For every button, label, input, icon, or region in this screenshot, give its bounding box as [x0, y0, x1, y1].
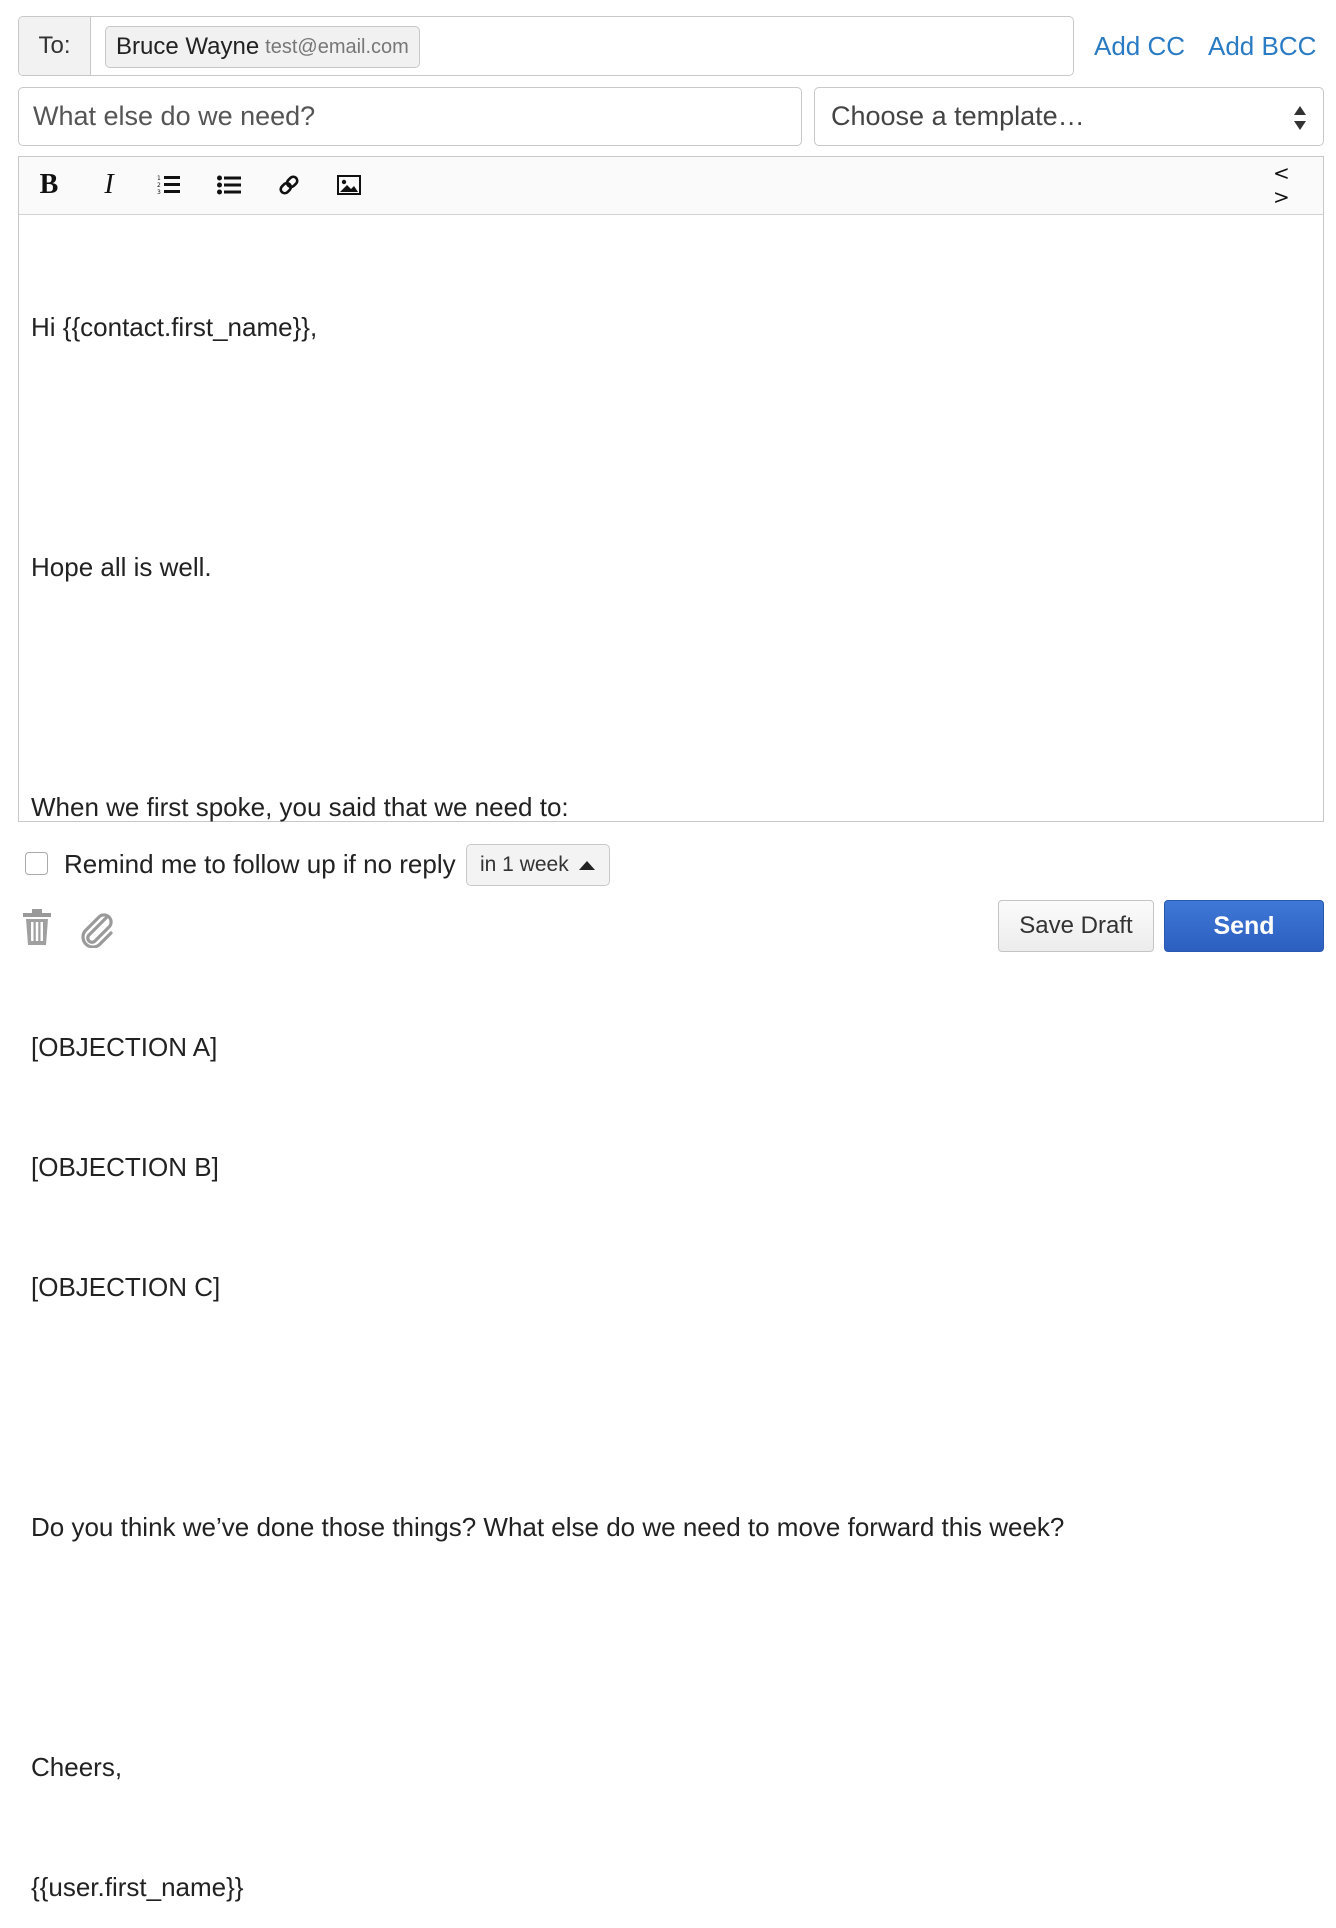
bullet-list-icon [217, 175, 241, 195]
trash-icon[interactable] [22, 908, 52, 946]
body-line-blank [31, 667, 1301, 707]
select-arrows-icon [1294, 106, 1306, 130]
template-select-value: Choose a template… [831, 101, 1085, 131]
bullet-list-button[interactable] [209, 165, 249, 205]
email-editor[interactable]: B I 1 2 3 < > Hi {{contact.first_name}},… [18, 156, 1324, 1902]
remind-interval-value: in 1 week [480, 853, 569, 876]
caret-up-icon [579, 861, 595, 870]
bold-button[interactable]: B [29, 165, 69, 205]
template-select[interactable]: Choose a template… [814, 87, 1324, 146]
italic-icon: I [104, 169, 114, 200]
link-icon [279, 175, 299, 195]
numbered-list-icon: 1 2 3 [157, 175, 180, 196]
remind-checkbox[interactable] [25, 852, 48, 875]
body-line: Cheers, [31, 1752, 123, 1782]
body-line-blank [31, 427, 1301, 467]
code-view-icon: < > [1273, 161, 1292, 209]
editor-toolbar: B I 1 2 3 < > [19, 157, 1323, 215]
email-body[interactable]: Hi {{contact.first_name}}, Hope all is w… [31, 227, 1301, 1928]
bold-icon: B [39, 169, 59, 200]
body-line-blank [31, 1387, 1301, 1427]
body-line: [OBJECTION C] [31, 1272, 221, 1302]
to-label: To: [19, 17, 91, 75]
link-button[interactable] [269, 165, 309, 205]
svg-text:3: 3 [157, 189, 161, 196]
add-cc-link[interactable]: Add CC [1094, 28, 1185, 64]
subject-input[interactable] [18, 87, 802, 146]
body-line: Do you think we’ve done those things? Wh… [31, 1512, 1065, 1542]
recipient-email: test@email.com [265, 35, 409, 58]
body-line: Hi {{contact.first_name}}, [31, 312, 318, 342]
body-line: [OBJECTION B] [31, 1152, 219, 1182]
body-line: {{user.first_name}} [31, 1872, 244, 1902]
italic-button[interactable]: I [89, 165, 129, 205]
to-field[interactable]: To: Bruce Wayne test@email.com [18, 16, 1074, 76]
recipient-name: Bruce Wayne [116, 33, 260, 60]
send-button[interactable]: Send [1164, 900, 1324, 952]
image-icon [337, 175, 361, 195]
add-bcc-link[interactable]: Add BCC [1208, 28, 1316, 64]
numbered-list-button[interactable]: 1 2 3 [149, 165, 189, 205]
recipient-chip[interactable]: Bruce Wayne test@email.com [105, 26, 420, 68]
body-line-blank [31, 1627, 1301, 1667]
body-line: Hope all is well. [31, 552, 212, 582]
remind-label: Remind me to follow up if no reply [64, 849, 456, 879]
svg-text:1: 1 [157, 175, 161, 182]
svg-text:2: 2 [157, 182, 161, 189]
body-line: When we first spoke, you said that we ne… [31, 792, 569, 822]
remind-interval-dropdown[interactable]: in 1 week [466, 844, 610, 886]
save-draft-button[interactable]: Save Draft [998, 900, 1154, 952]
body-line: [OBJECTION A] [31, 1032, 218, 1062]
paperclip-icon[interactable] [76, 910, 116, 948]
code-view-button[interactable]: < > [1273, 161, 1313, 209]
image-button[interactable] [329, 165, 369, 205]
